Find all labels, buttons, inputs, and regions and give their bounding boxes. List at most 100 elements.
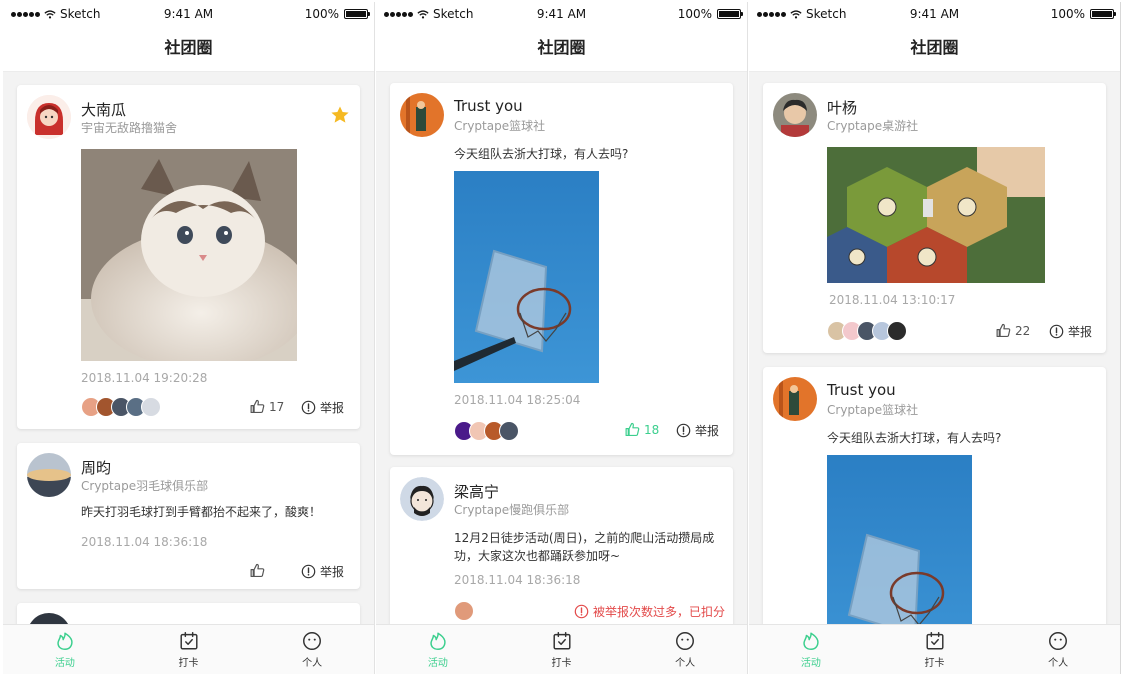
timestamp: 2018.11.04 18:36:18 — [81, 535, 208, 549]
battery-icon — [344, 9, 370, 19]
club-name[interactable]: Cryptape慢跑俱乐部 — [454, 501, 569, 518]
club-name[interactable]: Cryptape桌游社 — [827, 117, 918, 134]
tab-profile[interactable]: 个人 — [250, 625, 374, 674]
liker-avatar[interactable] — [141, 397, 161, 417]
basketball-hoop-photo[interactable] — [454, 171, 599, 383]
battery-percent: 100% — [677, 7, 712, 21]
avatar[interactable] — [400, 93, 444, 137]
timestamp: 2018.11.04 13:10:17 — [829, 293, 956, 307]
liker-avatars[interactable] — [454, 421, 519, 441]
star-icon[interactable] — [330, 105, 350, 125]
like-button[interactable]: 18 — [624, 421, 659, 438]
avatar[interactable] — [773, 93, 817, 137]
battery-percent: 100% — [1050, 7, 1085, 21]
club-name[interactable]: Cryptape篮球社 — [454, 117, 545, 134]
liker-avatar[interactable] — [499, 421, 519, 441]
report-button[interactable]: 举报 — [676, 422, 719, 439]
tab-label: 打卡 — [924, 658, 945, 669]
report-label: 举报 — [695, 424, 720, 438]
report-button[interactable]: 举报 — [301, 399, 344, 416]
basketball-hoop-photo[interactable] — [827, 455, 972, 624]
like-button[interactable]: 22 — [995, 322, 1030, 339]
post-text: 昨天打羽毛球打到手臂都抬不起来了，酸爽！ — [81, 505, 322, 519]
author-name[interactable]: 梁高宁 — [454, 481, 499, 502]
liker-avatars[interactable] — [827, 321, 907, 341]
liker-avatars[interactable] — [81, 397, 161, 417]
club-name[interactable]: Cryptape篮球社 — [827, 401, 918, 418]
report-button[interactable]: 举报 — [1049, 323, 1092, 340]
feed-list[interactable]: 大南瓜 宇宙无敌路撸猫舍 2018.11.04 19:20:28 17 举报 周… — [3, 73, 374, 624]
thumbs-up-icon — [624, 421, 641, 438]
tab-bar: 活动 打卡 个人 — [376, 624, 747, 674]
alert-circle-icon — [301, 564, 316, 579]
liker-avatar[interactable] — [454, 601, 474, 621]
tab-label: 个人 — [1048, 658, 1069, 669]
post-card[interactable]: 梁高宁 Cryptape慢跑俱乐部 12月2日徒步活动(周日)，之前的爬山活动攒… — [390, 467, 733, 624]
status-bar: Sketch 9:41 AM 100% — [749, 2, 1120, 24]
post-card[interactable]: 大南瓜 宇宙无敌路撸猫舍 2018.11.04 19:20:28 17 举报 — [17, 85, 360, 429]
calendar-check-icon — [551, 630, 573, 652]
tab-profile[interactable]: 个人 — [623, 625, 747, 674]
tab-activity[interactable]: 活动 — [3, 625, 127, 674]
post-card[interactable]: 周昀 Cryptape羽毛球俱乐部 昨天打羽毛球打到手臂都抬不起来了，酸爽！ 2… — [17, 443, 360, 589]
alert-circle-icon — [676, 423, 691, 438]
phone-screen-1: Sketch 9:41 AM 100% 社团圈 大南瓜 宇宙无敌路撸猫舍 201… — [3, 2, 375, 674]
post-card[interactable]: Trust you Cryptape篮球社 今天组队去浙大打球，有人去吗? — [763, 367, 1106, 624]
post-card[interactable]: Trust you Cryptape篮球社 今天组队去浙大打球，有人去吗? 20… — [390, 83, 733, 455]
post-card[interactable] — [17, 603, 360, 624]
tab-checkin[interactable]: 打卡 — [873, 625, 997, 674]
battery-percent: 100% — [304, 7, 339, 21]
kitten-photo[interactable] — [81, 149, 297, 361]
avatar[interactable] — [773, 377, 817, 421]
club-name[interactable]: 宇宙无敌路撸猫舍 — [81, 119, 177, 136]
author-name[interactable]: 周昀 — [81, 457, 111, 478]
status-bar: Sketch 9:41 AM 100% — [3, 2, 374, 24]
flame-icon — [427, 630, 449, 652]
tab-checkin[interactable]: 打卡 — [500, 625, 624, 674]
page-title: 社团圈 — [3, 24, 374, 72]
tab-activity[interactable]: 活动 — [376, 625, 500, 674]
tab-activity[interactable]: 活动 — [749, 625, 873, 674]
battery-icon — [717, 9, 743, 19]
post-text: 今天组队去浙大打球，有人去吗? — [454, 147, 629, 161]
alert-circle-icon — [1049, 324, 1064, 339]
tab-bar: 活动 打卡 个人 — [3, 624, 374, 674]
alert-circle-icon — [301, 400, 316, 415]
tab-checkin[interactable]: 打卡 — [127, 625, 251, 674]
tab-label: 打卡 — [551, 658, 572, 669]
feed-list[interactable]: Trust you Cryptape篮球社 今天组队去浙大打球，有人去吗? 20… — [376, 73, 747, 624]
author-name[interactable]: 叶杨 — [827, 97, 857, 118]
phone-screen-2: Sketch 9:41 AM 100% 社团圈 Trust you Crypta… — [376, 2, 748, 674]
smiley-face-icon — [674, 630, 696, 652]
like-count: 18 — [644, 422, 660, 437]
avatar[interactable] — [27, 613, 71, 624]
calendar-check-icon — [178, 630, 200, 652]
avatar[interactable] — [400, 477, 444, 521]
flame-icon — [800, 630, 822, 652]
like-button[interactable] — [249, 562, 266, 579]
liker-avatar[interactable] — [887, 321, 907, 341]
author-name[interactable]: Trust you — [454, 97, 523, 115]
author-name[interactable]: Trust you — [827, 381, 896, 399]
avatar[interactable] — [27, 95, 71, 139]
tab-bar: 活动 打卡 个人 — [749, 624, 1120, 674]
liker-avatars[interactable] — [454, 601, 474, 621]
tab-label: 活动 — [54, 658, 75, 669]
club-name[interactable]: Cryptape羽毛球俱乐部 — [81, 477, 208, 494]
tab-profile[interactable]: 个人 — [996, 625, 1120, 674]
report-button[interactable]: 举报 — [301, 563, 344, 580]
report-warning: 被举报次数过多，已扣分 — [574, 603, 725, 620]
smiley-face-icon — [301, 630, 323, 652]
like-button[interactable]: 17 — [249, 398, 284, 415]
battery-icon — [1090, 9, 1116, 19]
report-label: 举报 — [320, 401, 345, 415]
avatar[interactable] — [27, 453, 71, 497]
status-bar: Sketch 9:41 AM 100% — [376, 2, 747, 24]
post-card[interactable]: 叶杨 Cryptape桌游社 2018.11.04 13:10:17 22 举报 — [763, 83, 1106, 353]
board-game-photo[interactable] — [827, 147, 1045, 283]
feed-list[interactable]: 叶杨 Cryptape桌游社 2018.11.04 13:10:17 22 举报… — [749, 73, 1120, 624]
author-name[interactable]: 大南瓜 — [81, 99, 126, 120]
post-text: 12月2日徒步活动(周日)，之前的爬山活动攒局成功，大家这次也都踊跃参加呀~ — [454, 531, 715, 563]
smiley-face-icon — [1047, 630, 1069, 652]
tab-label: 活动 — [800, 658, 821, 669]
